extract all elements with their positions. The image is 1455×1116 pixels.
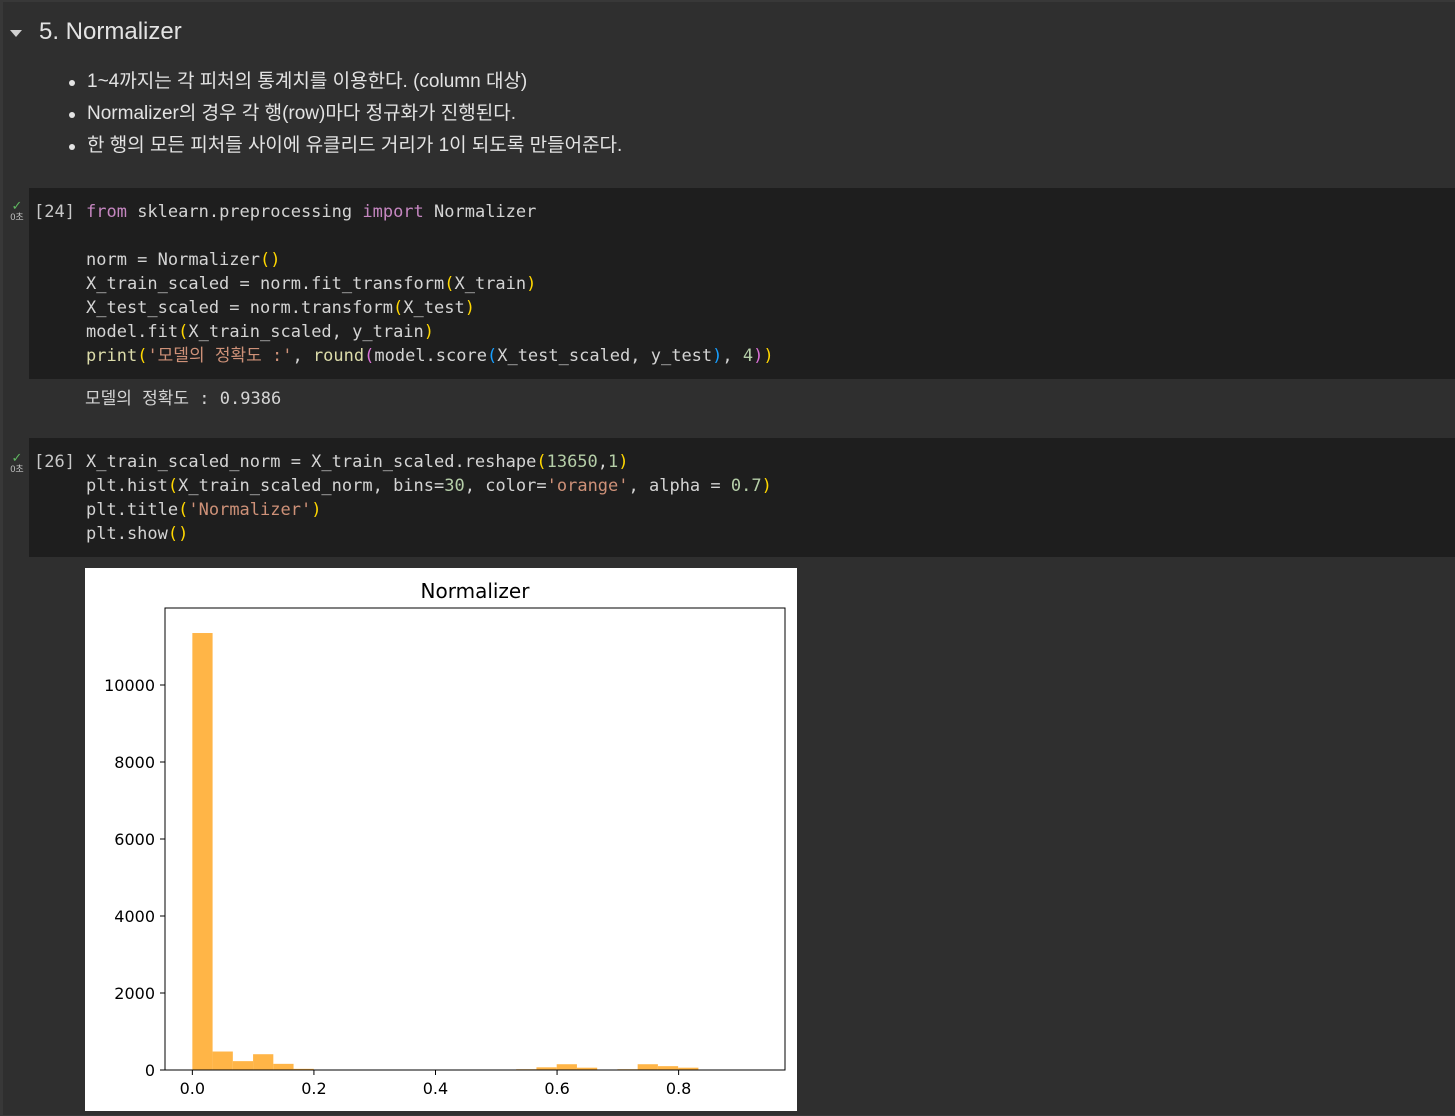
- x-tick-label: 0.0: [180, 1079, 205, 1098]
- section-title: 5. Normalizer: [39, 16, 182, 48]
- histogram-chart: Normalizer 0.0 0.2 0.4 0.6 0.8 0 2000 4000 6000…: [85, 568, 797, 1111]
- x-tick-label: 0.2: [301, 1079, 326, 1098]
- y-tick-label: 2000: [114, 984, 155, 1003]
- code-cell[interactable]: [24] from sklearn.preprocessing import N…: [29, 188, 1455, 379]
- exec-count: [24]: [34, 200, 75, 224]
- plot-output: Normalizer 0.0 0.2 0.4 0.6 0.8 0 2000 4000 6000…: [85, 568, 797, 1111]
- cell-run-status[interactable]: ✓ 0초: [7, 200, 27, 222]
- histogram-bar: [557, 1064, 577, 1070]
- exec-count: [26]: [34, 450, 75, 474]
- histogram-bar: [658, 1066, 678, 1070]
- x-tick-label: 0.8: [666, 1079, 691, 1098]
- histogram-bar: [213, 1052, 233, 1070]
- histogram-bar: [273, 1064, 293, 1070]
- bars-group: [192, 633, 718, 1070]
- x-axis: 0.0 0.2 0.4 0.6 0.8: [180, 1070, 692, 1098]
- code-cell[interactable]: [26] X_train_scaled_norm = X_train_scale…: [29, 438, 1455, 557]
- y-tick-label: 10000: [104, 676, 155, 695]
- cell-output: 모델의 정확도 : 0.9386: [85, 387, 281, 411]
- x-tick-label: 0.6: [544, 1079, 569, 1098]
- bullet-item: 1~4까지는 각 피처의 통계치를 이용한다. (column 대상): [65, 66, 622, 98]
- cell-run-status[interactable]: ✓ 0초: [7, 452, 27, 474]
- y-tick-label: 4000: [114, 907, 155, 926]
- y-tick-label: 6000: [114, 830, 155, 849]
- histogram-bar: [233, 1061, 253, 1070]
- y-tick-label: 8000: [114, 753, 155, 772]
- x-tick-label: 0.4: [423, 1079, 448, 1098]
- histogram-bar: [253, 1054, 273, 1070]
- y-axis: 0 2000 4000 6000 8000 10000: [104, 676, 165, 1080]
- bullet-list: 1~4까지는 각 피처의 통계치를 이용한다. (column 대상) Norm…: [65, 66, 622, 162]
- y-tick-label: 0: [145, 1061, 155, 1080]
- bullet-item: Normalizer의 경우 각 행(row)마다 정규화가 진행된다.: [65, 98, 622, 130]
- bullet-item: 한 행의 모든 피처들 사이에 유클리드 거리가 1이 되도록 만들어준다.: [65, 130, 622, 162]
- exec-time: 0초: [7, 464, 27, 474]
- code-editor[interactable]: X_train_scaled_norm = X_train_scaled.res…: [86, 450, 772, 546]
- collapse-arrow-icon[interactable]: [10, 30, 22, 37]
- exec-time: 0초: [7, 212, 27, 222]
- code-editor[interactable]: from sklearn.preprocessing import Normal…: [86, 200, 774, 368]
- histogram-bar: [192, 633, 212, 1070]
- histogram-bar: [638, 1064, 658, 1070]
- check-icon: ✓: [7, 200, 27, 212]
- check-icon: ✓: [7, 452, 27, 464]
- notebook-page: 5. Normalizer 1~4까지는 각 피처의 통계치를 이용한다. (c…: [3, 2, 1455, 1115]
- section-header: 5. Normalizer: [3, 16, 603, 52]
- chart-title: Normalizer: [421, 579, 531, 603]
- plot-frame: [165, 608, 785, 1070]
